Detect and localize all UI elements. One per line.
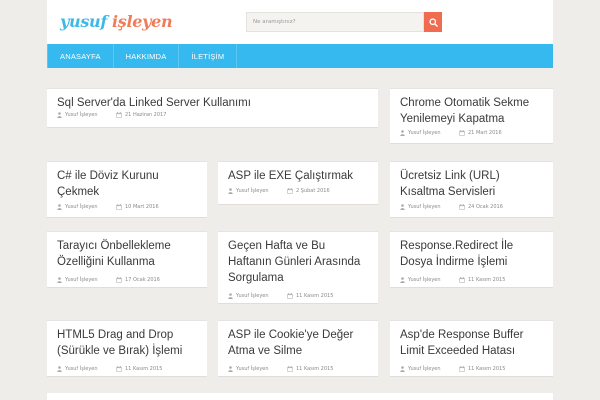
site-logo[interactable]: yusuf işleyen — [60, 12, 173, 32]
user-icon — [57, 204, 62, 210]
post-author[interactable]: Yusuf İşleyen — [236, 366, 269, 372]
post-date: 11 Kasım 2015 — [468, 277, 506, 283]
user-icon — [400, 130, 405, 136]
calendar-icon — [116, 112, 122, 118]
post-meta: Yusuf İşleyen 11 Kasım 2015 — [400, 276, 505, 284]
post-title[interactable]: Response.Redirect İle Dosya İndirme İşle… — [400, 238, 545, 270]
calendar-icon — [459, 204, 465, 210]
logo-word-first: yusuf — [60, 12, 107, 31]
post-date: 21 Mart 2016 — [468, 130, 502, 136]
post-title[interactable]: Chrome Otomatik Sekme Yenilemeyi Kapatma — [400, 95, 545, 127]
user-icon — [400, 204, 405, 210]
post-card: Sql Server'da Linked Server Kullanımı Yu… — [47, 88, 378, 128]
post-card: Geçen Hafta ve Bu Haftanın Günleri Arası… — [218, 231, 378, 304]
calendar-icon — [287, 188, 293, 194]
user-icon — [228, 366, 233, 372]
post-card: Ücretsiz Link (URL) Kısaltma Servisleri … — [390, 161, 553, 218]
post-author[interactable]: Yusuf İşleyen — [408, 366, 441, 372]
search-button[interactable] — [424, 12, 442, 32]
post-author[interactable]: Yusuf İşleyen — [236, 188, 269, 194]
post-author[interactable]: Yusuf İşleyen — [65, 366, 98, 372]
post-meta: Yusuf İşleyen 17 Ocak 2016 — [57, 276, 160, 284]
calendar-icon — [116, 204, 122, 210]
post-card: C# ile Döviz Kurunu Çekmek Yusuf İşleyen… — [47, 161, 207, 218]
user-icon — [57, 277, 62, 283]
user-icon — [400, 277, 405, 283]
post-meta: Yusuf İşleyen 21 Haziran 2017 — [57, 111, 166, 119]
calendar-icon — [116, 277, 122, 283]
post-title[interactable]: ASP ile EXE Çalıştırmak — [228, 168, 370, 184]
post-author[interactable]: Yusuf İşleyen — [236, 293, 269, 299]
post-title[interactable]: Asp'de Response Buffer Limit Exceeded Ha… — [400, 327, 545, 359]
post-card: HTML5 Drag and Drop (Sürükle ve Bırak) İ… — [47, 320, 207, 377]
nav-item-home[interactable]: ANASAYFA — [47, 44, 114, 68]
post-title[interactable]: C# ile Döviz Kurunu Çekmek — [57, 168, 199, 200]
post-title[interactable]: Sql Server'da Linked Server Kullanımı — [57, 95, 370, 111]
calendar-icon — [459, 130, 465, 136]
post-meta: Yusuf İşleyen 24 Ocak 2016 — [400, 203, 503, 211]
calendar-icon — [116, 366, 122, 372]
logo-word-second: işleyen — [111, 12, 173, 31]
post-card: ASP ile Cookie'ye Değer Atma ve Silme Yu… — [218, 320, 378, 377]
post-date: 17 Ocak 2016 — [125, 277, 160, 283]
calendar-icon — [459, 277, 465, 283]
post-title[interactable]: HTML5 Drag and Drop (Sürükle ve Bırak) İ… — [57, 327, 199, 359]
post-title[interactable]: Tarayıcı Önbellekleme Özelliğini Kullanm… — [57, 238, 199, 270]
site-header: yusuf işleyen — [47, 0, 553, 44]
post-meta: Yusuf İşleyen 10 Mart 2016 — [57, 203, 159, 211]
user-icon — [228, 188, 233, 194]
post-author[interactable]: Yusuf İşleyen — [65, 277, 98, 283]
post-title[interactable]: Ücretsiz Link (URL) Kısaltma Servisleri — [400, 168, 545, 200]
post-date: 11 Kasım 2015 — [125, 366, 163, 372]
user-icon — [228, 293, 233, 299]
post-card: Asp'de Response Buffer Limit Exceeded Ha… — [390, 320, 553, 377]
search-input[interactable] — [246, 12, 424, 32]
calendar-icon — [459, 366, 465, 372]
post-card: ASP ile EXE Çalıştırmak Yusuf İşleyen 2 … — [218, 161, 378, 205]
post-card: Response.Redirect İle Dosya İndirme İşle… — [390, 231, 553, 288]
post-title[interactable]: Geçen Hafta ve Bu Haftanın Günleri Arası… — [228, 238, 370, 286]
next-card-row — [47, 393, 553, 400]
calendar-icon — [287, 293, 293, 299]
post-date: 11 Kasım 2015 — [468, 366, 506, 372]
post-date: 21 Haziran 2017 — [125, 112, 167, 118]
post-date: 11 Kasım 2015 — [296, 293, 334, 299]
post-card: Tarayıcı Önbellekleme Özelliğini Kullanm… — [47, 231, 207, 288]
post-author[interactable]: Yusuf İşleyen — [408, 204, 441, 210]
main-navigation: ANASAYFA HAKKIMDA İLETİŞİM — [47, 44, 553, 68]
post-date: 10 Mart 2016 — [125, 204, 159, 210]
post-meta: Yusuf İşleyen 11 Kasım 2015 — [228, 292, 333, 300]
search-icon — [428, 17, 438, 27]
user-icon — [57, 112, 62, 118]
post-card: Chrome Otomatik Sekme Yenilemeyi Kapatma… — [390, 88, 553, 144]
calendar-icon — [287, 366, 293, 372]
user-icon — [400, 366, 405, 372]
nav-item-contact[interactable]: İLETİŞİM — [179, 44, 238, 68]
post-meta: Yusuf İşleyen 11 Kasım 2015 — [400, 365, 505, 373]
post-date: 24 Ocak 2016 — [468, 204, 503, 210]
post-author[interactable]: Yusuf İşleyen — [408, 130, 441, 136]
post-date: 11 Kasım 2015 — [296, 366, 334, 372]
post-meta: Yusuf İşleyen 11 Kasım 2015 — [228, 365, 333, 373]
post-date: 2 Şubat 2016 — [296, 188, 330, 194]
post-title[interactable]: ASP ile Cookie'ye Değer Atma ve Silme — [228, 327, 370, 359]
post-meta: Yusuf İşleyen 21 Mart 2016 — [400, 129, 502, 137]
nav-item-about[interactable]: HAKKIMDA — [114, 44, 180, 68]
post-meta: Yusuf İşleyen 2 Şubat 2016 — [228, 187, 330, 195]
post-author[interactable]: Yusuf İşleyen — [408, 277, 441, 283]
user-icon — [57, 366, 62, 372]
post-author[interactable]: Yusuf İşleyen — [65, 204, 98, 210]
post-meta: Yusuf İşleyen 11 Kasım 2015 — [57, 365, 162, 373]
post-author[interactable]: Yusuf İşleyen — [65, 112, 98, 118]
